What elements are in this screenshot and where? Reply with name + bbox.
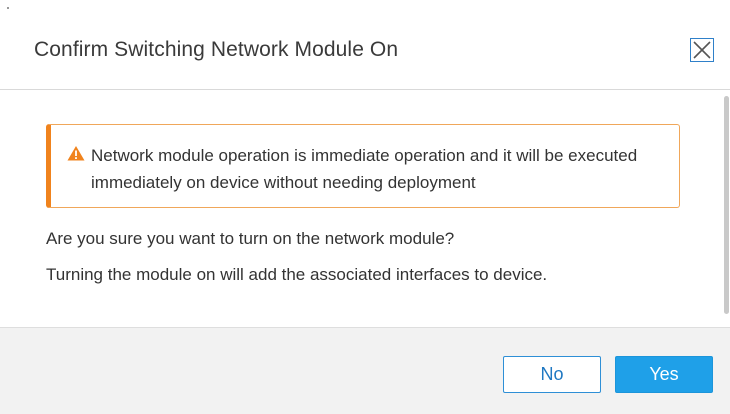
warning-alert: Network module operation is immediate op… — [46, 124, 680, 208]
alert-message: Network module operation is immediate op… — [91, 146, 638, 192]
no-button[interactable]: No — [503, 356, 601, 393]
dialog-body: Network module operation is immediate op… — [0, 91, 730, 327]
yes-button[interactable]: Yes — [615, 356, 713, 393]
dialog-header: Confirm Switching Network Module On — [0, 0, 730, 90]
confirm-question: Are you sure you want to turn on the net… — [46, 229, 455, 248]
close-icon — [693, 41, 711, 59]
confirm-note: Turning the module on will add the assoc… — [46, 265, 548, 284]
dialog-footer: No Yes — [0, 327, 730, 414]
close-button[interactable] — [690, 38, 714, 62]
warning-icon — [67, 146, 85, 161]
dialog-title: Confirm Switching Network Module On — [34, 38, 399, 61]
confirm-dialog: Confirm Switching Network Module On Netw… — [0, 0, 730, 414]
